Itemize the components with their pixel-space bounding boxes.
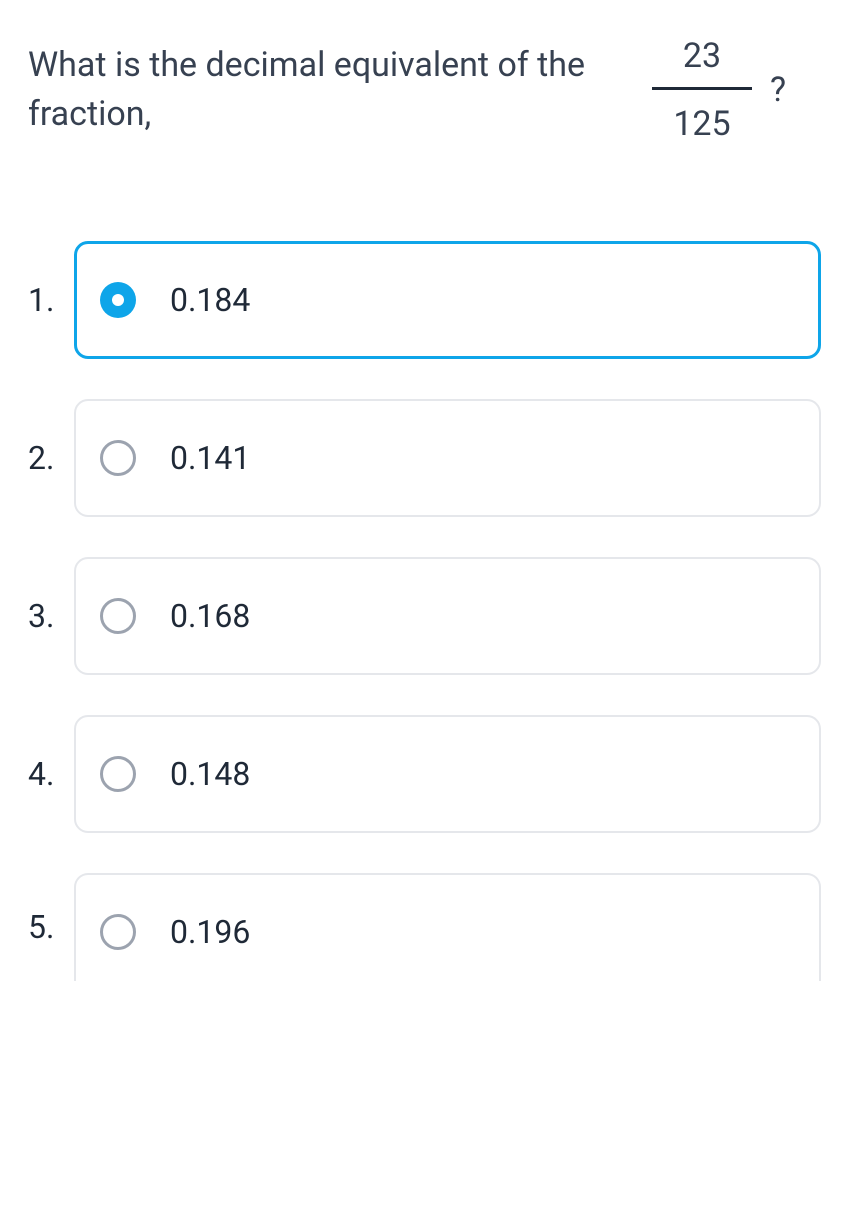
radio-icon <box>100 440 136 476</box>
radio-icon <box>100 914 136 950</box>
option-row: 1. 0.184 <box>28 241 821 359</box>
option-card[interactable]: 0.184 <box>74 241 821 359</box>
option-label: 0.168 <box>170 597 250 635</box>
radio-icon <box>100 282 136 318</box>
option-number: 4. <box>28 755 74 793</box>
question-prompt: What is the decimal equivalent of the fr… <box>28 30 821 151</box>
option-label: 0.148 <box>170 755 250 793</box>
option-row: 4. 0.148 <box>28 715 821 833</box>
option-number: 5. <box>28 908 74 946</box>
option-card[interactable]: 0.148 <box>74 715 821 833</box>
question-text: What is the decimal equivalent of the fr… <box>28 41 628 140</box>
options-list: 1. 0.184 2. 0.141 3. 0.168 4. 0.148 5. 0… <box>28 241 821 981</box>
option-card[interactable]: 0.168 <box>74 557 821 675</box>
option-number: 2. <box>28 439 74 477</box>
question-suffix: ? <box>770 66 786 115</box>
option-number: 3. <box>28 597 74 635</box>
option-row: 5. 0.196 <box>28 873 821 981</box>
option-number: 1. <box>28 281 74 319</box>
option-row: 2. 0.141 <box>28 399 821 517</box>
fraction-numerator: 23 <box>671 30 733 87</box>
option-row: 3. 0.168 <box>28 557 821 675</box>
fraction: 23 125 <box>652 30 752 151</box>
option-label: 0.141 <box>170 439 250 477</box>
fraction-denominator: 125 <box>661 90 742 151</box>
option-label: 0.196 <box>170 913 250 951</box>
radio-icon <box>100 756 136 792</box>
option-card[interactable]: 0.141 <box>74 399 821 517</box>
option-label: 0.184 <box>170 281 250 319</box>
radio-icon <box>100 598 136 634</box>
option-card[interactable]: 0.196 <box>74 873 821 981</box>
